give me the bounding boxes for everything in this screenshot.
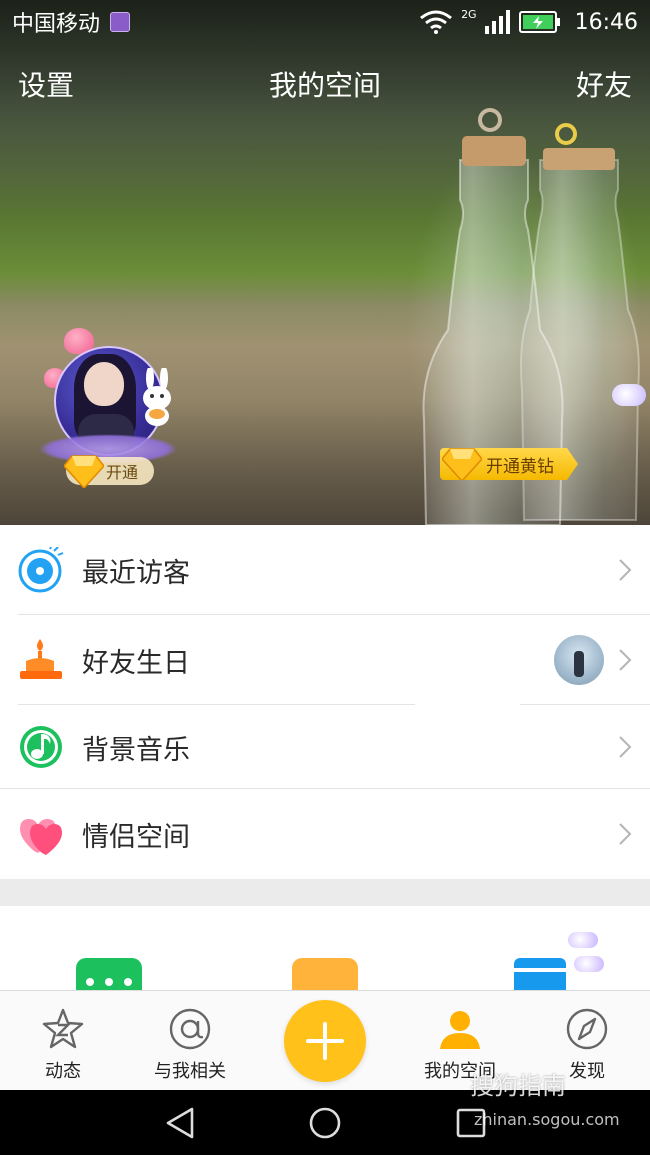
music-note-icon (20, 726, 62, 768)
list-item-label: 最近访客 (82, 557, 190, 589)
friend-avatar-thumbnail (554, 635, 604, 685)
tab-related-to-me[interactable]: 与我相关 (140, 991, 240, 1091)
clock: 16:46 (574, 9, 638, 35)
list-item-label: 好友生日 (82, 647, 190, 679)
watermark-url: zhinan.sogou.com (474, 1110, 620, 1129)
gallery-notification-icon (110, 12, 131, 32)
cover-header[interactable]: 中国移动 2G 16:46 设置 我的空间 好友 开通 开通黄钻 (0, 0, 650, 525)
signal-icon (484, 10, 510, 34)
at-icon (169, 1008, 211, 1050)
cloud-decoration (568, 932, 598, 948)
top-nav: 设置 我的空间 好友 (0, 58, 650, 108)
tab-label: 动态 (45, 1061, 81, 1082)
list-item-label: 情侣空间 (82, 821, 190, 853)
watermark-brand: 搜狗指南 (470, 1072, 566, 1100)
avatar-open-badge[interactable]: 开通 (64, 455, 154, 488)
home-circle-icon[interactable] (308, 1106, 342, 1140)
wifi-icon (420, 10, 452, 34)
network-type: 2G (461, 7, 477, 21)
compass-icon (566, 1008, 608, 1050)
status-bar: 中国移动 2G 16:46 (0, 0, 650, 44)
vip-yellow-diamond-badge[interactable]: 开通黄钻 (440, 448, 578, 480)
album-shortcut-icon[interactable] (514, 958, 566, 990)
tab-label: 与我相关 (154, 1061, 226, 1082)
chevron-right-icon (619, 649, 632, 671)
chevron-right-icon (619, 823, 632, 845)
cloud-decoration (574, 956, 604, 972)
visitor-eye-icon (18, 547, 64, 593)
tab-feed[interactable]: 动态 (18, 991, 108, 1091)
diamond-icon (64, 455, 104, 488)
section-separator (0, 879, 650, 906)
shortcut-grid (0, 906, 650, 990)
battery-charging-icon (518, 11, 560, 33)
back-triangle-icon[interactable] (164, 1106, 198, 1140)
chevron-right-icon (619, 736, 632, 758)
app-shortcut-icon[interactable] (292, 954, 364, 990)
person-icon (440, 1011, 480, 1049)
chat-shortcut-icon[interactable] (76, 958, 142, 990)
chevron-right-icon (619, 559, 632, 581)
publish-plus-button[interactable] (284, 1000, 366, 1082)
diamond-icon (442, 448, 482, 480)
list-item-label: 背景音乐 (82, 734, 190, 766)
heart-icon (20, 819, 62, 855)
rabbit-icon (143, 368, 171, 426)
menu-list: 最近访客 好友生日 背景音乐 情侣空间 (0, 525, 650, 879)
status-right: 2G 16:46 (419, 7, 638, 35)
list-item-background-music[interactable]: 背景音乐 (0, 705, 650, 789)
page-title: 我的空间 (268, 69, 381, 102)
list-item-friend-birthdays[interactable]: 好友生日 (0, 615, 650, 705)
avatar-face (84, 362, 124, 406)
vip-badge-label: 开通黄钻 (486, 456, 554, 477)
star-z-icon (42, 1008, 84, 1049)
birthday-cake-icon (20, 639, 62, 679)
list-item-recent-visitors[interactable]: 最近访客 (0, 525, 650, 615)
list-item-couple-space[interactable]: 情侣空间 (0, 789, 650, 879)
carrier-name: 中国移动 (12, 12, 101, 37)
cloud-decoration (612, 384, 646, 406)
friends-button[interactable]: 好友 (576, 64, 632, 104)
avatar-open-label: 开通 (106, 463, 139, 482)
